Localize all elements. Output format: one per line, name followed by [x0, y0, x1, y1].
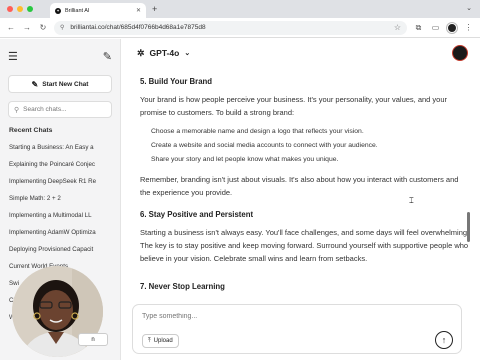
tab-bar: ✦ Brilliant AI ✕ + ⌄: [0, 0, 480, 18]
chevron-down-icon: ⌄: [184, 50, 191, 57]
browser-menu-icon[interactable]: ⋮: [463, 23, 474, 32]
upload-button[interactable]: ⤒ Upload: [142, 334, 179, 348]
chat-item[interactable]: Starting a Business: An Easy a: [0, 139, 120, 156]
reload-icon[interactable]: ↻: [38, 23, 48, 32]
maximize-window-button[interactable]: [27, 6, 33, 12]
new-tab-icon[interactable]: +: [152, 4, 157, 14]
paragraph: Your brand is how people perceive your b…: [140, 95, 448, 117]
menu-icon[interactable]: ☰: [8, 50, 18, 63]
chat-item[interactable]: Deploying Provisioned Capacit: [0, 241, 120, 258]
window-controls: [7, 6, 33, 12]
section-heading: 7. Never Stop Learning: [140, 282, 225, 291]
address-bar[interactable]: ⚲ brilliantai.co/chat/685d4f0766b4d68a1e…: [54, 20, 407, 35]
send-button[interactable]: ↑: [435, 331, 453, 349]
recent-chats-heading: Recent Chats: [9, 127, 53, 134]
start-new-chat-label: Start New Chat: [42, 80, 89, 88]
section-stay-positive: 6. Stay Positive and Persistent Starting…: [140, 208, 470, 265]
upload-label: Upload: [153, 338, 173, 344]
section-build-brand: 5. Build Your Brand Your brand is how pe…: [140, 75, 470, 199]
close-window-button[interactable]: [7, 6, 13, 12]
back-arrow-icon[interactable]: ←: [6, 23, 16, 32]
list-item: Share your story and let people know wha…: [151, 156, 339, 163]
openai-logo-icon: ✲: [137, 47, 145, 58]
message-input[interactable]: [142, 313, 362, 325]
chat-item[interactable]: Implementing AdamW Optimiza: [0, 224, 120, 241]
bullet-list: Choose a memorable name and design a log…: [140, 125, 470, 167]
minimize-window-button[interactable]: [17, 6, 23, 12]
chat-item[interactable]: Implementing a Multimodal LL: [0, 207, 120, 224]
section-heading: 5. Build Your Brand: [140, 77, 213, 86]
tab-list-chevron-icon[interactable]: ⌄: [466, 4, 472, 12]
section-never-stop-learning: 7. Never Stop Learning: [140, 280, 225, 295]
site-info-icon[interactable]: ⚲: [60, 24, 64, 31]
forward-arrow-icon[interactable]: →: [22, 23, 32, 32]
brilliant-ai-favicon-icon: ✦: [55, 7, 61, 14]
search-icon: ⚲: [14, 106, 20, 114]
new-chat-edit-icon[interactable]: ✎: [103, 50, 112, 63]
list-item: Create a website and social media accoun…: [151, 142, 378, 149]
section-heading: 6. Stay Positive and Persistent: [140, 210, 254, 219]
browser-window: ✦ Brilliant AI ✕ + ⌄ ← → ↻ ⚲ brilliantai…: [0, 0, 480, 360]
url-text: brilliantai.co/chat/685d4f0766b4d68a1e78…: [70, 24, 206, 31]
close-tab-icon[interactable]: ✕: [136, 7, 141, 14]
chat-header: ✲ GPT-4o ⌄: [121, 39, 480, 67]
list-item: Choose a memorable name and design a log…: [151, 128, 364, 135]
tab-title: Brilliant AI: [65, 7, 90, 14]
extensions-icon[interactable]: ⧉: [413, 23, 424, 33]
assistant-message: 5. Build Your Brand Your brand is how pe…: [140, 75, 470, 295]
chat-search: ⚲: [8, 101, 112, 118]
paragraph: Starting a business isn't always easy. Y…: [140, 228, 470, 263]
sidebar-header: ☰ ✎: [0, 39, 120, 73]
browser-profile-avatar[interactable]: [447, 22, 457, 33]
paragraph: Remember, branding isn't just about visu…: [140, 175, 459, 197]
message-composer: ⤒ Upload ↑: [132, 304, 462, 354]
model-name: GPT-4o: [149, 48, 180, 58]
upload-icon: ⤒: [148, 337, 151, 344]
user-avatar[interactable]: [452, 45, 468, 61]
bookmark-star-icon[interactable]: ☆: [394, 23, 401, 32]
sidebar-panel-icon[interactable]: ▭: [430, 23, 441, 32]
compose-icon: ✎: [31, 79, 39, 89]
address-toolbar: ← → ↻ ⚲ brilliantai.co/chat/685d4f0766b4…: [0, 18, 480, 38]
arrow-up-icon: ↑: [441, 335, 447, 345]
mouse-cursor-icon: ⌶: [409, 196, 414, 205]
browser-tab[interactable]: ✦ Brilliant AI ✕: [50, 3, 146, 18]
chat-item[interactable]: Simple Math: 2 + 2: [0, 190, 120, 207]
model-selector[interactable]: ✲ GPT-4o ⌄: [137, 48, 190, 59]
occluded-button-fragment: n: [78, 333, 108, 346]
scrollbar-thumb[interactable]: [467, 212, 470, 242]
start-new-chat-button[interactable]: ✎ Start New Chat: [8, 75, 112, 93]
chat-main: ✲ GPT-4o ⌄ 5. Build Your Brand Your bran…: [121, 39, 480, 360]
chat-item[interactable]: Explaining the Poincaré Conjec: [0, 156, 120, 173]
search-input[interactable]: [23, 106, 112, 113]
chat-item[interactable]: Implementing DeepSeek R1 Re: [0, 173, 120, 190]
